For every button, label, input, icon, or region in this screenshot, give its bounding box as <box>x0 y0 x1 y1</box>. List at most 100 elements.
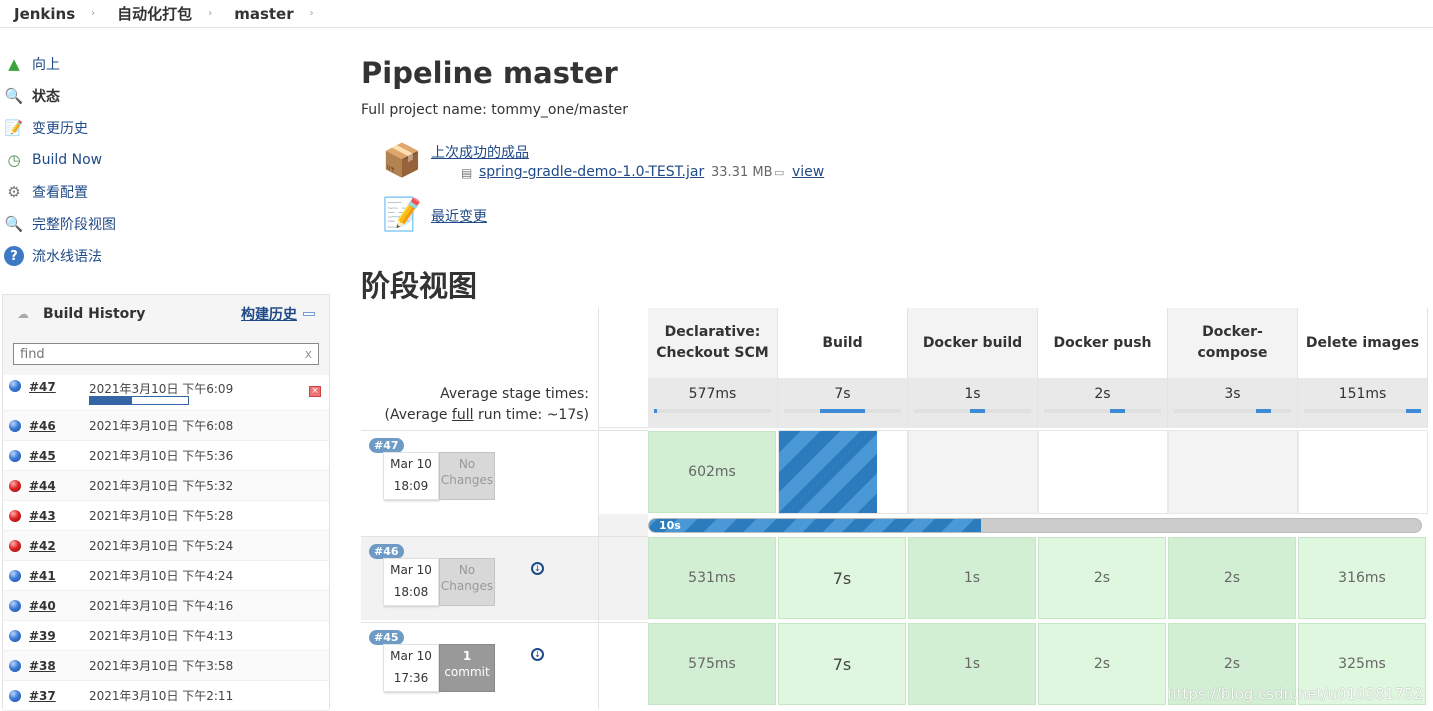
run-gap-cell <box>599 622 648 706</box>
magnifier-icon: 🔍 <box>4 86 24 106</box>
build-row[interactable]: #382021年3月10日 下午3:58 <box>3 651 329 681</box>
task-gear[interactable]: ⚙查看配置 <box>4 176 324 208</box>
build-tag[interactable]: #47 <box>369 438 404 453</box>
task-magnifier[interactable]: 🔍 完整阶段视图 <box>4 208 324 240</box>
build-row[interactable]: #372021年3月10日 下午2:11 <box>3 681 329 711</box>
build-date: 2021年3月10日 下午2:11 <box>89 687 233 704</box>
build-row[interactable]: #392021年3月10日 下午4:13 <box>3 621 329 651</box>
view-link[interactable]: view <box>792 164 824 180</box>
task-notepad[interactable]: 📝变更历史 <box>4 112 324 144</box>
stage-average-bar <box>784 409 901 413</box>
running-stripe <box>779 431 877 513</box>
stage-cell-success[interactable]: 2s <box>1038 623 1166 705</box>
task-clock-play[interactable]: ◷Build Now <box>4 144 324 176</box>
build-row[interactable]: #452021年3月10日 下午5:36 <box>3 441 329 471</box>
full-run-link[interactable]: full <box>452 407 474 423</box>
build-row[interactable]: #422021年3月10日 下午5:24 <box>3 531 329 561</box>
download-icon[interactable]: ↓ <box>531 648 544 661</box>
artifact-link[interactable]: spring-gradle-demo-1.0-TEST.jar <box>479 164 704 180</box>
failure-ball-icon <box>9 510 21 522</box>
breadcrumb-item[interactable]: Jenkins <box>0 5 83 23</box>
build-number-link[interactable]: #40 <box>29 599 89 613</box>
stage-cell-success[interactable]: 7s <box>778 623 906 705</box>
breadcrumb-item[interactable]: 自动化打包 <box>103 3 200 24</box>
task-up-arrow[interactable]: ▲向上 <box>4 48 324 80</box>
success-ball-icon <box>9 630 21 642</box>
avg-full-run-time: (Average full run time: ~17s) <box>361 405 589 426</box>
build-number-link[interactable]: #38 <box>29 659 89 673</box>
build-row[interactable]: #442021年3月10日 下午5:32 <box>3 471 329 501</box>
stage-cell-success[interactable]: 575ms <box>648 623 776 705</box>
build-tag[interactable]: #45 <box>369 630 404 645</box>
average-times-label: Average stage times: (Average full run t… <box>361 384 589 426</box>
build-number-link[interactable]: #42 <box>29 539 89 553</box>
stage-average-segment <box>1256 409 1271 413</box>
commit-unit: commit <box>444 665 489 679</box>
magnifier-icon: 🔍 <box>4 214 24 234</box>
no-changes-box: No Changes <box>439 452 495 500</box>
collapse-icon[interactable] <box>303 312 315 316</box>
avg-stage-times-label: Average stage times: <box>361 384 589 405</box>
stage-cell-success[interactable]: 602ms <box>648 431 776 513</box>
task-magnifier[interactable]: 🔍状态 <box>4 80 324 112</box>
task-label: 完整阶段视图 <box>32 214 116 234</box>
run-gap-cell <box>599 430 648 514</box>
last-success-link[interactable]: 上次成功的成品 <box>431 142 529 162</box>
recent-changes-link[interactable]: 最近变更 <box>431 206 487 226</box>
stop-build-icon[interactable]: × <box>309 386 321 397</box>
build-date: 2021年3月10日 下午6:08 <box>89 417 233 434</box>
build-row[interactable]: #472021年3月10日 下午6:09× <box>3 375 329 411</box>
build-row[interactable]: #402021年3月10日 下午4:16 <box>3 591 329 621</box>
build-number-link[interactable]: #47 <box>29 380 89 394</box>
stage-cell-success[interactable]: 1s <box>908 537 1036 619</box>
run-time: 18:08 <box>384 581 438 603</box>
stage-cell-empty <box>908 430 1038 514</box>
build-progress-fill <box>90 397 132 404</box>
stage-average-value: 577ms <box>689 386 737 402</box>
build-search-input[interactable] <box>20 347 305 362</box>
build-row[interactable]: #412021年3月10日 下午4:24 <box>3 561 329 591</box>
build-tag[interactable]: #46 <box>369 544 404 559</box>
build-row[interactable]: #432021年3月10日 下午5:28 <box>3 501 329 531</box>
build-number-link[interactable]: #44 <box>29 479 89 493</box>
run-progress-fill: 10s <box>649 519 981 532</box>
commit-changes-box[interactable]: 1commit <box>439 644 495 692</box>
stage-average-time: 3s <box>1168 378 1298 428</box>
task-help[interactable]: ?流水线语法 <box>4 240 324 272</box>
stage-header: Docker build <box>908 308 1038 378</box>
build-number-link[interactable]: #43 <box>29 509 89 523</box>
stage-cell-success[interactable]: 531ms <box>648 537 776 619</box>
stage-cell-success[interactable]: 2s <box>1038 537 1166 619</box>
main-panel: Pipeline master Full project name: tommy… <box>361 48 1433 118</box>
download-icon[interactable]: ↓ <box>531 562 544 575</box>
stage-average-segment <box>820 409 865 413</box>
stage-average-value: 7s <box>834 386 850 402</box>
build-number-link[interactable]: #46 <box>29 419 89 433</box>
build-row[interactable]: #462021年3月10日 下午6:08 <box>3 411 329 441</box>
build-search-box: x <box>13 343 319 365</box>
success-ball-icon <box>9 570 21 582</box>
build-trend-link[interactable]: 构建历史 <box>241 304 297 324</box>
stage-cell-success[interactable]: 2s <box>1168 537 1296 619</box>
run-date-box: Mar 1018:08 <box>383 558 439 606</box>
build-date: 2021年3月10日 下午5:36 <box>89 447 233 464</box>
stage-cell-success[interactable]: 7s <box>778 537 906 619</box>
commit-count: 1 <box>440 648 494 664</box>
task-label: 向上 <box>32 54 60 74</box>
stage-cell-running[interactable] <box>778 430 908 514</box>
clear-search-icon[interactable]: x <box>305 347 312 361</box>
build-number-link[interactable]: #41 <box>29 569 89 583</box>
breadcrumb-item[interactable]: master <box>220 5 301 23</box>
build-number-link[interactable]: #45 <box>29 449 89 463</box>
build-history-title: Build History <box>43 306 145 322</box>
build-number-link[interactable]: #39 <box>29 629 89 643</box>
stage-header: Docker- compose <box>1168 308 1298 378</box>
build-number-link[interactable]: #37 <box>29 689 89 703</box>
no-changes-box: No Changes <box>439 558 495 606</box>
breadcrumb-separator-icon: › <box>302 8 322 19</box>
failure-ball-icon <box>9 480 21 492</box>
stage-average-segment <box>1406 409 1421 413</box>
stage-cell-success[interactable]: 1s <box>908 623 1036 705</box>
stage-cell-success[interactable]: 316ms <box>1298 537 1426 619</box>
success-ball-icon <box>9 660 21 672</box>
